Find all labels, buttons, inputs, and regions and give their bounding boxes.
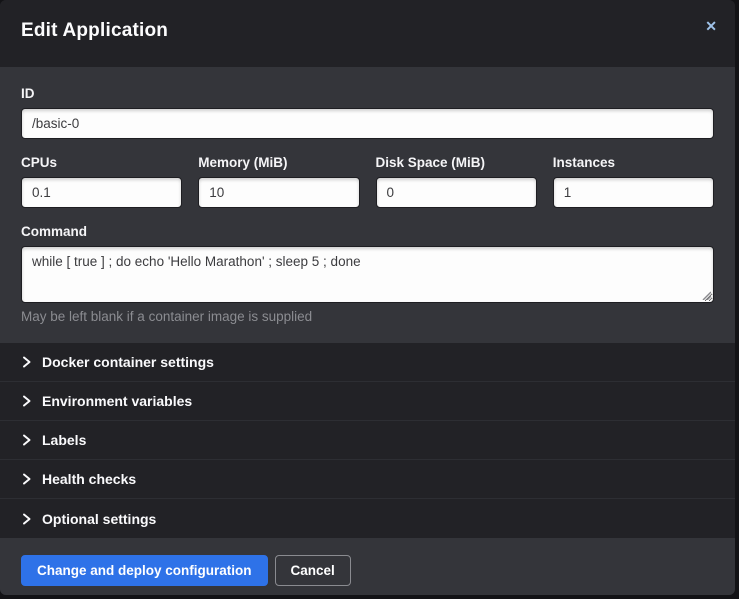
chevron-right-icon <box>21 513 32 525</box>
instances-label: Instances <box>553 155 714 170</box>
memory-input[interactable] <box>198 177 359 208</box>
disk-label: Disk Space (MiB) <box>376 155 537 170</box>
section-environment-variables[interactable]: Environment variables <box>0 382 735 421</box>
command-help-text: May be left blank if a container image i… <box>21 309 714 324</box>
section-label: Docker container settings <box>42 354 214 370</box>
page-title: Edit Application <box>21 20 714 42</box>
memory-label: Memory (MiB) <box>198 155 359 170</box>
edit-application-modal: Edit Application ✕ ID CPUs Memory (MiB) … <box>0 0 735 595</box>
command-field-group: Command while [ true ] ; do echo 'Hello … <box>21 224 714 324</box>
settings-accordion: Docker container settings Environment va… <box>0 343 735 538</box>
section-label: Optional settings <box>42 511 156 527</box>
close-icon[interactable]: ✕ <box>702 16 720 36</box>
cpus-label: CPUs <box>21 155 182 170</box>
chevron-right-icon <box>21 356 32 368</box>
id-input[interactable] <box>21 108 714 139</box>
modal-header: Edit Application ✕ <box>0 0 735 67</box>
cancel-button[interactable]: Cancel <box>275 555 351 586</box>
section-docker-container-settings[interactable]: Docker container settings <box>0 343 735 382</box>
command-textarea[interactable]: while [ true ] ; do echo 'Hello Marathon… <box>21 246 714 303</box>
section-health-checks[interactable]: Health checks <box>0 460 735 499</box>
modal-footer: Change and deploy configuration Cancel <box>0 538 735 595</box>
section-label: Health checks <box>42 471 136 487</box>
disk-input[interactable] <box>376 177 537 208</box>
chevron-right-icon <box>21 473 32 485</box>
id-field-group: ID <box>21 86 714 139</box>
memory-field-group: Memory (MiB) <box>198 155 359 208</box>
section-optional-settings[interactable]: Optional settings <box>0 499 735 538</box>
id-label: ID <box>21 86 714 101</box>
section-labels[interactable]: Labels <box>0 421 735 460</box>
section-label: Environment variables <box>42 393 192 409</box>
chevron-right-icon <box>21 395 32 407</box>
application-form: ID CPUs Memory (MiB) Disk Space (MiB) In… <box>0 67 735 343</box>
section-label: Labels <box>42 432 86 448</box>
resources-row: CPUs Memory (MiB) Disk Space (MiB) Insta… <box>21 155 714 208</box>
cpus-input[interactable] <box>21 177 182 208</box>
instances-field-group: Instances <box>553 155 714 208</box>
cpus-field-group: CPUs <box>21 155 182 208</box>
chevron-right-icon <box>21 434 32 446</box>
instances-input[interactable] <box>553 177 714 208</box>
change-and-deploy-button[interactable]: Change and deploy configuration <box>21 555 268 586</box>
command-label: Command <box>21 224 714 239</box>
disk-field-group: Disk Space (MiB) <box>376 155 537 208</box>
